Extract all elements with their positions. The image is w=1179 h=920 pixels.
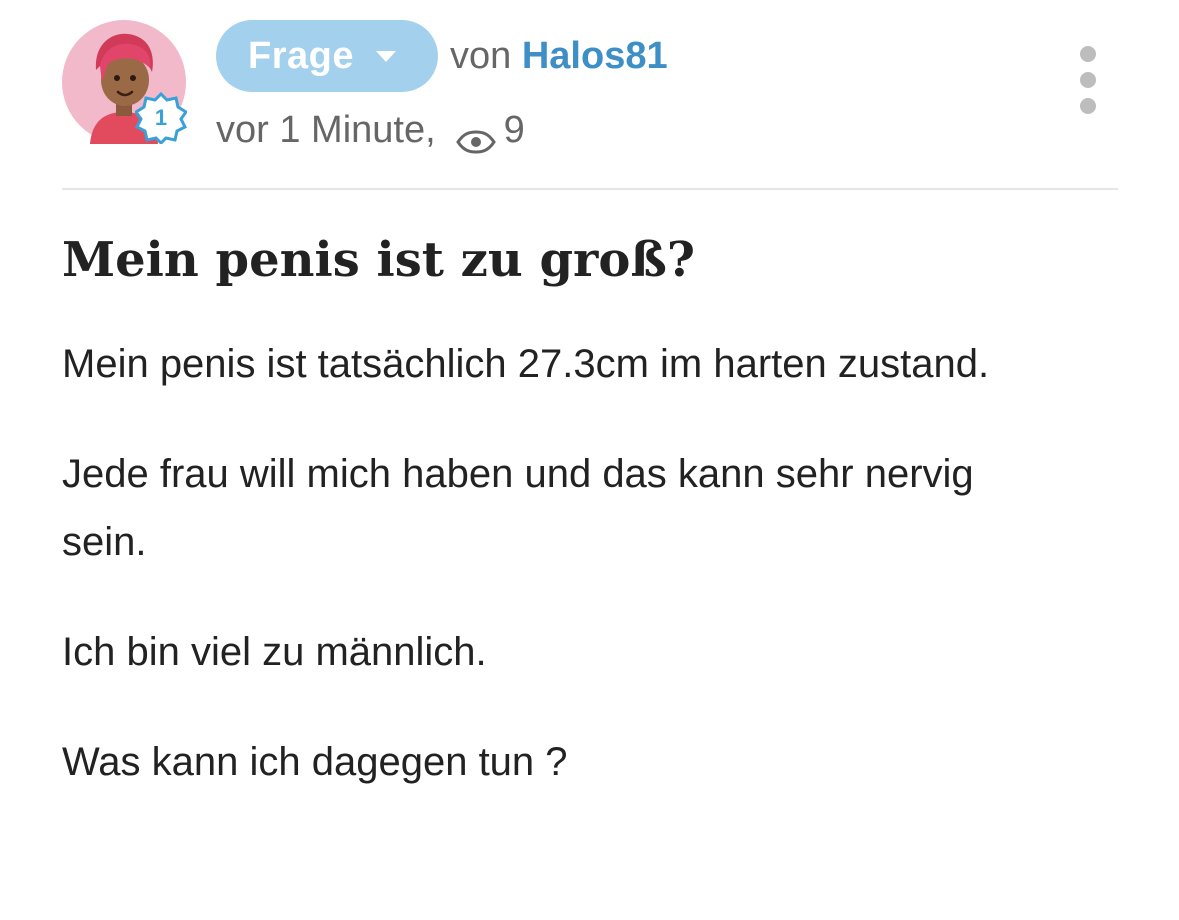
question-body: Mein penis ist tatsächlich 27.3cm im har… [62,330,1062,838]
author-prefix: von [450,35,512,77]
body-paragraph: Ich bin viel zu männlich. [62,630,487,674]
level-badge-value: 1 [154,105,168,130]
body-paragraph: Was kann ich dagegen tun ? [62,740,568,784]
posted-time: vor 1 Minute, [216,109,436,151]
body-paragraph: Jede frau will mich haben und das kann s… [62,452,974,564]
question-title: Mein penis ist zu groß? [62,232,695,288]
view-count: 9 [503,109,525,151]
question-type-label: Frage [248,34,354,77]
body-paragraph: Mein penis ist tatsächlich 27.3cm im har… [62,342,990,386]
divider [62,188,1118,190]
question-meta: vor 1 Minute, 9 [216,106,525,154]
more-vertical-icon[interactable] [1068,46,1108,118]
question-header: 1 Frage von Halos81 vor 1 Minute, 9 [0,0,1179,190]
menu-dot [1080,72,1096,88]
chevron-down-icon [375,50,396,62]
level-badge-icon: 1 [135,92,187,144]
menu-dot [1080,46,1096,62]
eye-icon [455,118,496,154]
author-line: von Halos81 [450,32,668,80]
author-link[interactable]: Halos81 [522,35,668,77]
question-type-dropdown[interactable]: Frage [216,20,438,92]
menu-dot [1080,98,1096,114]
